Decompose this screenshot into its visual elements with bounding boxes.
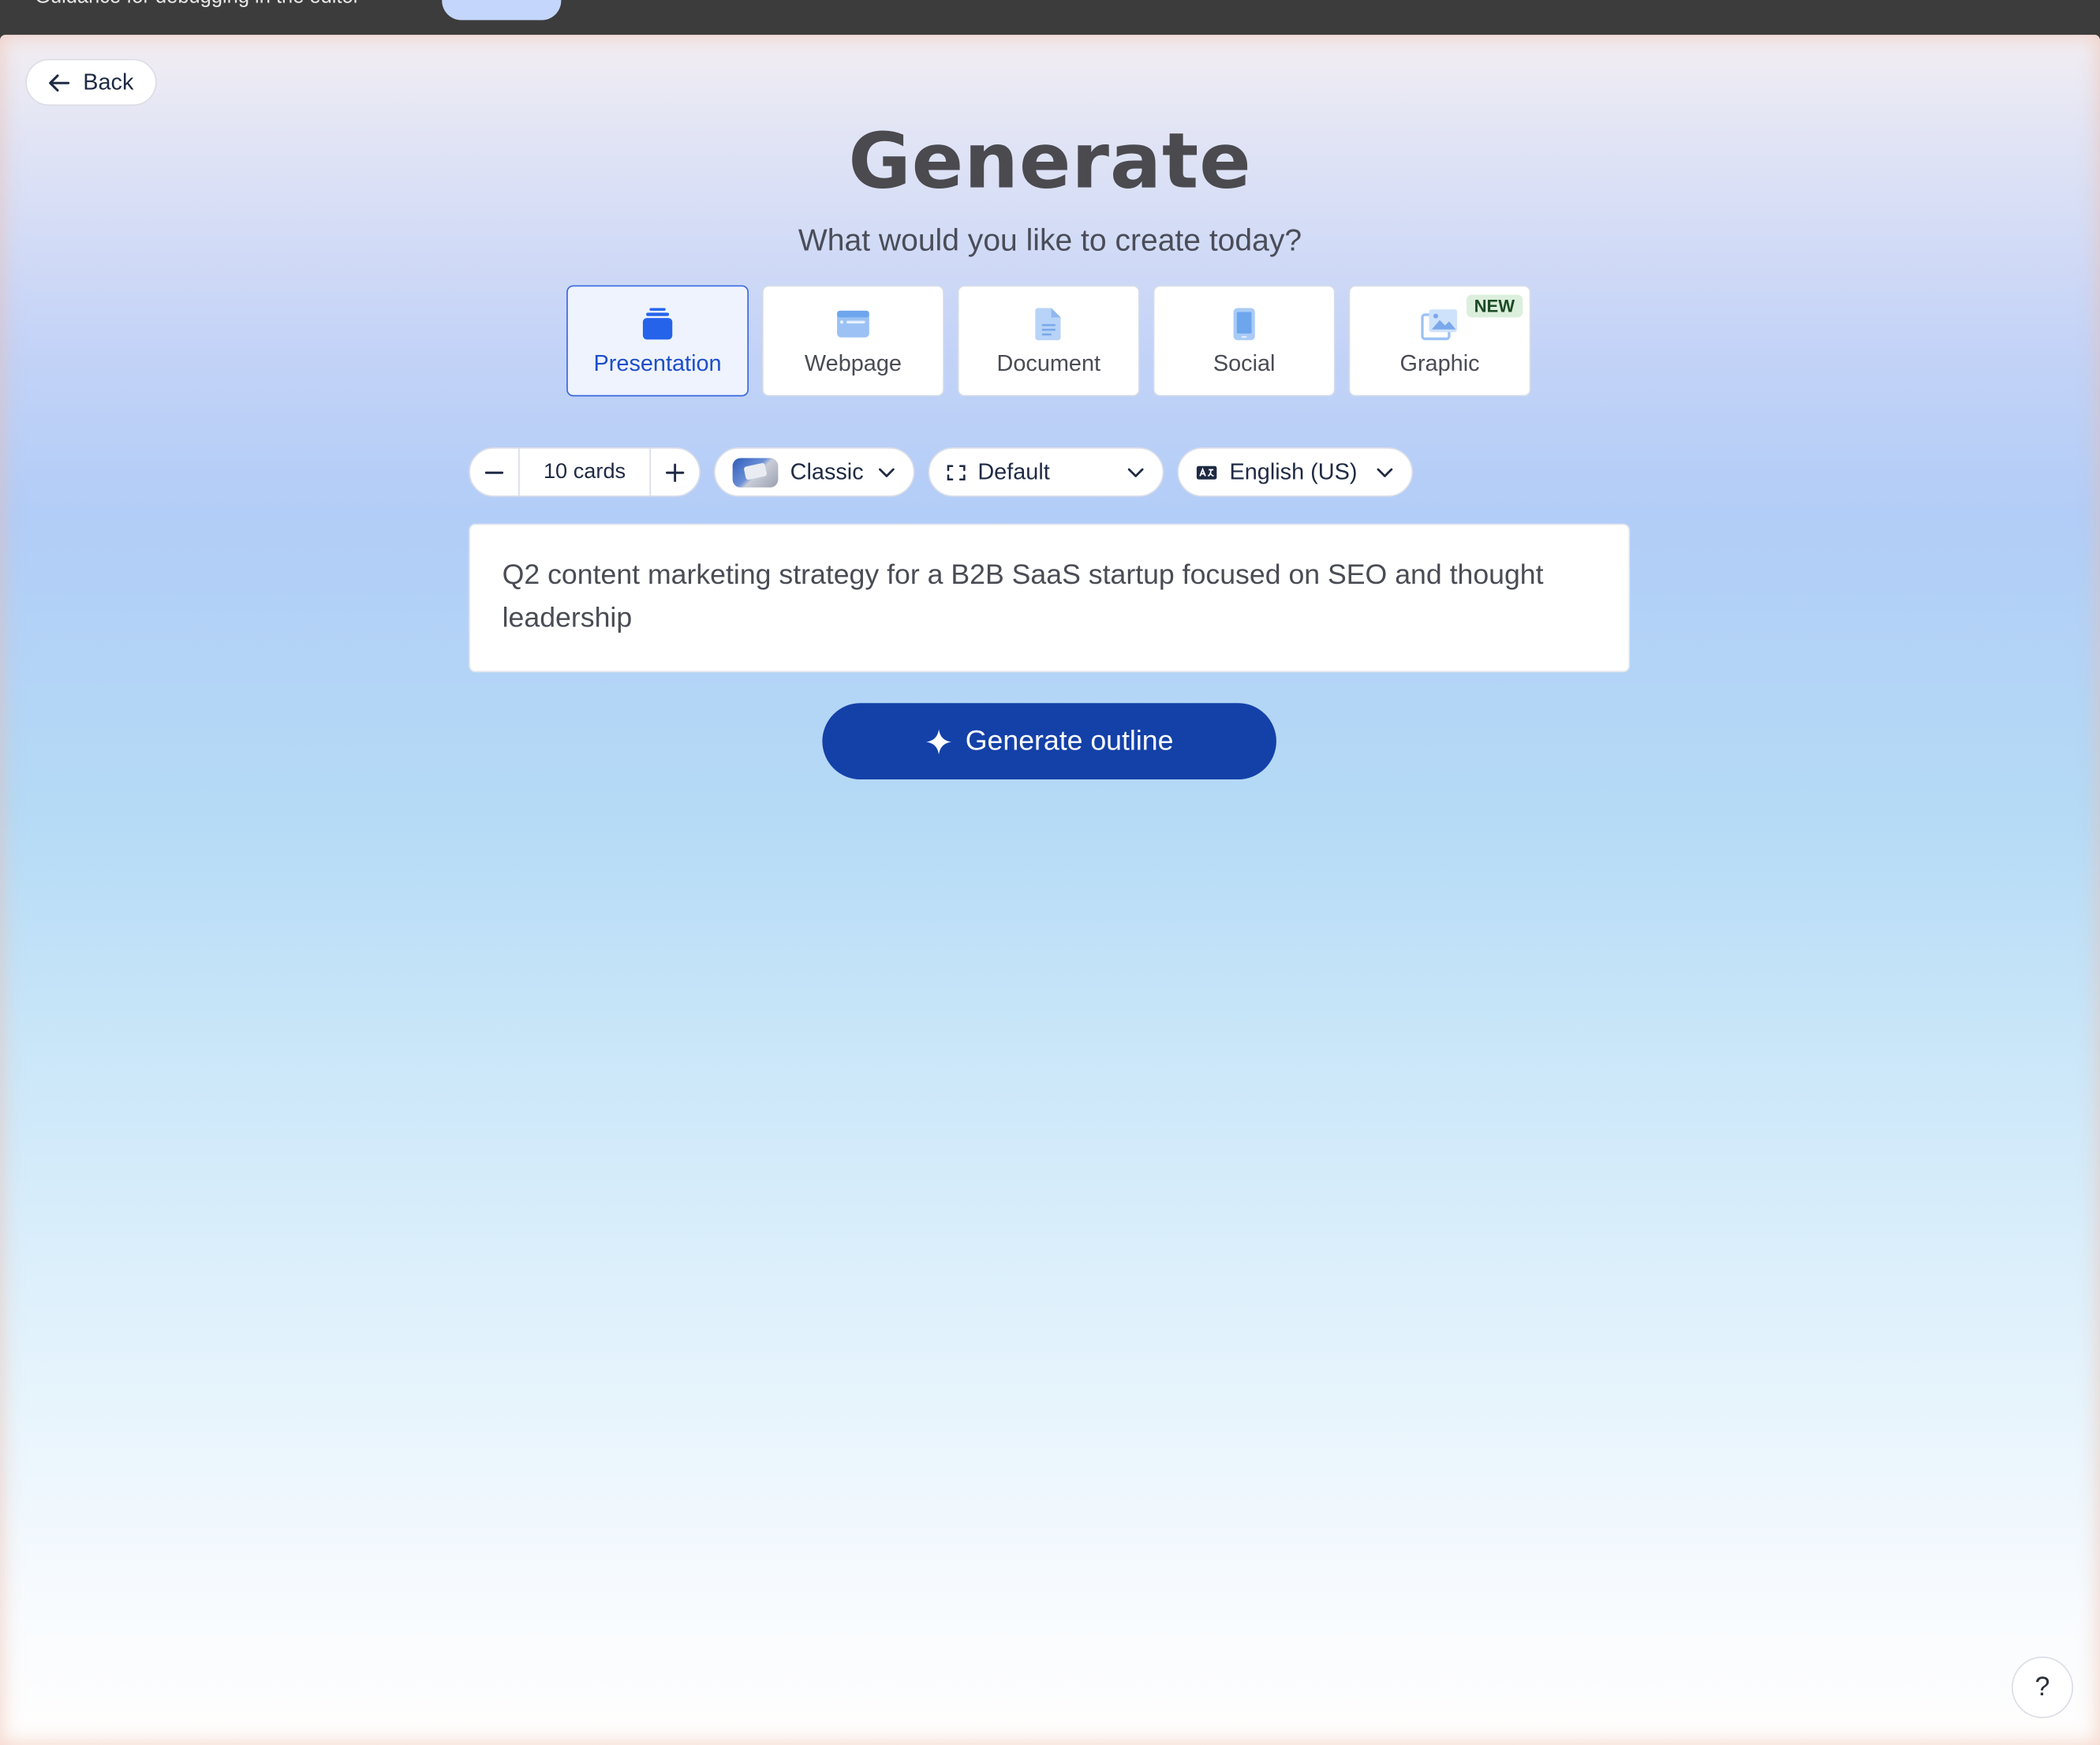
help-button[interactable]: ?	[2011, 1656, 2074, 1719]
document-icon	[1034, 307, 1063, 342]
arrow-left-icon	[49, 73, 70, 92]
format-dropdown[interactable]: Default	[928, 447, 1164, 497]
type-card-label: Social	[1213, 350, 1276, 377]
generate-outline-label: Generate outline	[965, 725, 1174, 757]
generate-page: Back Generate What would you like to cre…	[0, 35, 2100, 1745]
top-bar: Guidance for debugging in the editor	[0, 0, 2100, 35]
language-dropdown-value: English (US)	[1229, 458, 1358, 484]
type-card-label: Document	[996, 350, 1101, 377]
type-card-webpage[interactable]: Webpage	[761, 285, 944, 397]
chevron-down-icon	[879, 467, 895, 477]
card-count-value[interactable]: 10 cards	[518, 448, 652, 496]
sparkle-icon	[925, 728, 951, 754]
type-card-label: Graphic	[1399, 350, 1480, 377]
social-icon	[1232, 307, 1257, 342]
card-count-stepper: 10 cards	[469, 447, 701, 497]
type-card-graphic[interactable]: NEW Graphic	[1348, 285, 1531, 397]
language-icon	[1196, 465, 1217, 479]
generate-outline-button[interactable]: Generate outline	[822, 703, 1276, 780]
language-dropdown[interactable]: English (US)	[1177, 447, 1414, 497]
format-dropdown-value: Default	[977, 458, 1050, 484]
type-card-social[interactable]: Social	[1153, 285, 1336, 397]
decrement-button[interactable]	[470, 449, 518, 495]
presentation-icon	[641, 307, 675, 342]
chevron-down-icon	[1377, 467, 1393, 477]
chevron-down-icon	[1127, 467, 1144, 477]
back-button-label: Back	[83, 69, 134, 95]
increment-button[interactable]	[651, 449, 699, 495]
content-type-selector: Presentation Webpage Document Social NEW…	[566, 285, 1531, 397]
aspect-ratio-icon	[947, 464, 966, 480]
plus-icon	[666, 462, 685, 482]
type-card-document[interactable]: Document	[957, 285, 1140, 397]
prompt-input[interactable]: Q2 content marketing strategy for a B2B …	[469, 523, 1631, 673]
generation-options: 10 cards Classic Default English (US)	[469, 447, 1414, 497]
app-stage: Guidance for debugging in the editor Bac…	[0, 0, 2100, 1745]
theme-thumbnail	[732, 457, 779, 488]
theme-dropdown[interactable]: Classic	[713, 447, 915, 497]
top-bar-text: Guidance for debugging in the editor	[35, 0, 360, 8]
page-subtitle: What would you like to create today?	[798, 222, 1302, 257]
type-card-presentation[interactable]: Presentation	[566, 285, 749, 397]
type-card-label: Webpage	[804, 350, 902, 377]
type-card-label: Presentation	[593, 350, 722, 377]
graphic-icon	[1421, 307, 1459, 342]
new-badge: NEW	[1466, 294, 1523, 318]
page-title: Generate	[848, 118, 1252, 207]
theme-dropdown-value: Classic	[790, 458, 864, 484]
back-button[interactable]: Back	[25, 58, 157, 106]
minus-icon	[484, 470, 504, 473]
webpage-icon	[835, 307, 870, 342]
top-bar-button[interactable]	[442, 0, 562, 21]
